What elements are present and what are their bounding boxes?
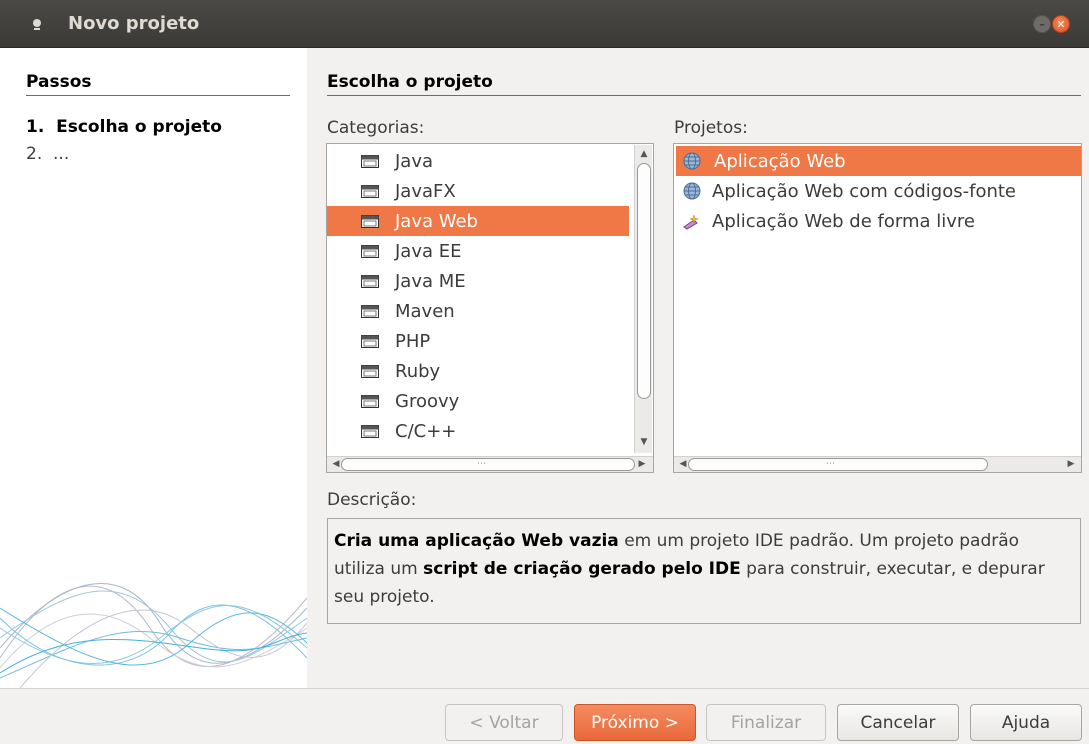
wand-icon bbox=[683, 214, 699, 230]
scroll-down-icon[interactable]: ▼ bbox=[637, 435, 651, 449]
hscroll-thumb[interactable] bbox=[688, 458, 988, 471]
category-label: Java Web bbox=[395, 210, 478, 232]
help-button[interactable]: Ajuda bbox=[970, 704, 1082, 741]
steps-heading: Passos bbox=[26, 72, 92, 92]
category-item[interactable]: JavaFX bbox=[327, 176, 629, 206]
folder-icon bbox=[361, 395, 379, 408]
step-2: 2. ... bbox=[26, 144, 70, 164]
steps-panel: Passos 1. Escolha o projeto 2. ... bbox=[0, 48, 307, 688]
folder-icon bbox=[361, 335, 379, 348]
category-label: Maven bbox=[395, 300, 455, 322]
projects-list[interactable]: Aplicação Web Aplicação Web com códigos-… bbox=[673, 143, 1082, 473]
close-icon: ✕ bbox=[1056, 17, 1066, 31]
categories-vscrollbar[interactable]: ▲ ▼ bbox=[634, 145, 652, 453]
step-1: 1. Escolha o projeto bbox=[26, 117, 222, 137]
folder-icon bbox=[361, 215, 379, 228]
description-bold-2: script de criação gerado pelo IDE bbox=[423, 559, 741, 579]
categories-list[interactable]: Java JavaFX Java Web Java EE Java ME Mav… bbox=[326, 143, 654, 473]
project-label: Aplicação Web de forma livre bbox=[712, 210, 975, 232]
category-label: Ruby bbox=[395, 360, 441, 382]
scroll-up-icon[interactable]: ▲ bbox=[637, 147, 651, 161]
close-button[interactable]: ✕ bbox=[1052, 15, 1070, 33]
category-item[interactable]: Java bbox=[327, 146, 629, 176]
description-label: Descrição: bbox=[327, 490, 417, 510]
category-item[interactable]: PHP bbox=[327, 326, 629, 356]
description-bold-1: Cria uma aplicação Web vazia bbox=[334, 531, 619, 551]
projects-hscrollbar[interactable]: ◀ ⋯ ▶ bbox=[674, 456, 1081, 472]
folder-icon bbox=[361, 275, 379, 288]
bottom-divider bbox=[0, 688, 1089, 689]
category-label: C/C++ bbox=[395, 420, 457, 442]
project-item-selected[interactable]: Aplicação Web bbox=[676, 146, 1081, 176]
wave-decoration bbox=[0, 583, 307, 688]
main-divider bbox=[327, 95, 1081, 96]
project-label: Aplicação Web bbox=[712, 150, 848, 172]
category-label: Java EE bbox=[395, 240, 462, 262]
scroll-right-icon[interactable]: ▶ bbox=[635, 457, 649, 472]
minimize-button[interactable]: – bbox=[1033, 15, 1051, 33]
categories-hscrollbar[interactable]: ◀ ⋯ ▶ bbox=[327, 456, 653, 472]
folder-icon bbox=[361, 245, 379, 258]
category-label: JavaFX bbox=[395, 180, 456, 202]
folder-icon bbox=[361, 155, 379, 168]
grip-icon: ⋯ bbox=[477, 459, 486, 469]
globe-icon bbox=[683, 152, 701, 170]
category-item[interactable]: C/C++ bbox=[327, 416, 629, 446]
categories-label: Categorias: bbox=[327, 118, 425, 138]
category-item[interactable]: Java ME bbox=[327, 266, 629, 296]
steps-divider bbox=[26, 95, 290, 96]
folder-icon bbox=[361, 305, 379, 318]
folder-icon bbox=[361, 425, 379, 438]
minimize-icon: – bbox=[1039, 17, 1045, 31]
category-label: PHP bbox=[395, 330, 431, 352]
category-label: Java ME bbox=[395, 270, 466, 292]
folder-icon bbox=[361, 365, 379, 378]
globe-icon bbox=[683, 182, 701, 200]
title-bar: Novo projeto – ✕ bbox=[0, 0, 1089, 48]
cancel-button[interactable]: Cancelar bbox=[837, 704, 959, 741]
category-item[interactable]: Java EE bbox=[327, 236, 629, 266]
description-box: Cria uma aplicação Web vazia em um proje… bbox=[327, 518, 1081, 624]
main-heading: Escolha o projeto bbox=[327, 72, 493, 92]
vscroll-thumb[interactable] bbox=[637, 163, 651, 399]
project-label: Aplicação Web com códigos-fonte bbox=[712, 180, 1016, 202]
grip-icon: ⋯ bbox=[826, 459, 835, 469]
project-item[interactable]: Aplicação Web de forma livre bbox=[676, 206, 1081, 236]
category-label: Groovy bbox=[395, 390, 460, 412]
project-item[interactable]: Aplicação Web com códigos-fonte bbox=[676, 176, 1081, 206]
hscroll-thumb[interactable] bbox=[341, 458, 635, 471]
finish-button[interactable]: Finalizar bbox=[706, 704, 826, 741]
category-item-selected[interactable]: Java Web bbox=[327, 206, 629, 236]
scroll-right-icon[interactable]: ▶ bbox=[1064, 457, 1078, 472]
category-label: Java bbox=[395, 150, 434, 172]
folder-icon bbox=[361, 185, 379, 198]
app-icon bbox=[33, 19, 41, 30]
category-item[interactable]: Maven bbox=[327, 296, 629, 326]
back-button[interactable]: < Voltar bbox=[445, 704, 563, 741]
category-item[interactable]: Groovy bbox=[327, 386, 629, 416]
category-item[interactable]: Ruby bbox=[327, 356, 629, 386]
next-button[interactable]: Próximo > bbox=[574, 704, 696, 741]
projects-label: Projetos: bbox=[674, 118, 748, 138]
window-title: Novo projeto bbox=[68, 13, 200, 34]
